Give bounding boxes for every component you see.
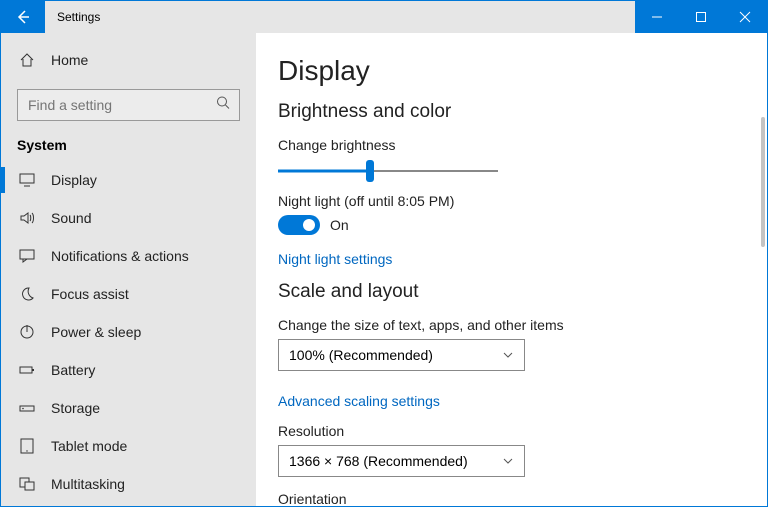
sidebar-item-battery[interactable]: Battery — [1, 351, 256, 389]
minimize-button[interactable] — [635, 1, 679, 33]
sidebar: Home System Display Sound — [1, 33, 256, 506]
monitor-icon — [17, 172, 37, 188]
advanced-scaling-link[interactable]: Advanced scaling settings — [278, 393, 440, 409]
tablet-icon — [17, 438, 37, 454]
slider-fill — [278, 170, 370, 173]
sidebar-item-display[interactable]: Display — [1, 161, 256, 199]
sidebar-item-label: Sound — [51, 210, 91, 226]
maximize-icon — [695, 11, 707, 23]
home-icon — [17, 52, 37, 68]
sidebar-section-title: System — [1, 135, 256, 161]
sidebar-item-label: Multitasking — [51, 476, 125, 492]
speaker-icon — [17, 210, 37, 226]
night-light-settings-link[interactable]: Night light settings — [278, 251, 392, 267]
sidebar-item-focus-assist[interactable]: Focus assist — [1, 275, 256, 313]
sidebar-item-label: Tablet mode — [51, 438, 127, 454]
brightness-label: Change brightness — [278, 137, 741, 153]
sidebar-home[interactable]: Home — [1, 41, 256, 79]
minimize-icon — [651, 11, 663, 23]
battery-icon — [17, 362, 37, 378]
sidebar-home-label: Home — [51, 52, 88, 68]
content-pane: Display Brightness and color Change brig… — [256, 33, 767, 506]
back-button[interactable] — [1, 1, 45, 33]
scrollbar-thumb[interactable] — [761, 117, 765, 247]
sidebar-item-label: Focus assist — [51, 286, 129, 302]
sidebar-item-label: Storage — [51, 400, 100, 416]
sidebar-item-label: Battery — [51, 362, 95, 378]
sidebar-item-power-sleep[interactable]: Power & sleep — [1, 313, 256, 351]
night-light-state: On — [330, 217, 349, 233]
search-input[interactable] — [17, 89, 240, 121]
moon-icon — [17, 286, 37, 302]
section-scale-layout: Scale and layout — [278, 281, 741, 303]
sidebar-item-label: Display — [51, 172, 97, 188]
sidebar-item-multitasking[interactable]: Multitasking — [1, 465, 256, 503]
section-brightness-color: Brightness and color — [278, 101, 741, 123]
close-button[interactable] — [723, 1, 767, 33]
sidebar-item-tablet-mode[interactable]: Tablet mode — [1, 427, 256, 465]
brightness-slider[interactable] — [278, 159, 498, 183]
resolution-value: 1366 × 768 (Recommended) — [289, 453, 468, 469]
multitask-icon — [17, 476, 37, 492]
window-title: Settings — [45, 1, 112, 33]
storage-icon — [17, 400, 37, 416]
close-icon — [739, 11, 751, 23]
slider-thumb[interactable] — [366, 160, 374, 182]
titlebar: Settings — [1, 1, 767, 33]
message-icon — [17, 248, 37, 264]
sidebar-item-sound[interactable]: Sound — [1, 199, 256, 237]
chevron-down-icon — [502, 349, 514, 361]
resolution-label: Resolution — [278, 423, 741, 439]
sidebar-item-label: Notifications & actions — [51, 248, 189, 264]
sidebar-item-notifications[interactable]: Notifications & actions — [1, 237, 256, 275]
scale-select[interactable]: 100% (Recommended) — [278, 339, 525, 371]
page-title: Display — [278, 55, 741, 87]
search-box[interactable] — [17, 89, 240, 121]
chevron-down-icon — [502, 455, 514, 467]
scale-value: 100% (Recommended) — [289, 347, 433, 363]
scale-label: Change the size of text, apps, and other… — [278, 317, 741, 333]
night-light-label: Night light (off until 8:05 PM) — [278, 193, 741, 209]
resolution-select[interactable]: 1366 × 768 (Recommended) — [278, 445, 525, 477]
toggle-knob — [303, 219, 315, 231]
search-icon — [216, 96, 230, 115]
arrow-left-icon — [15, 9, 31, 25]
power-icon — [17, 324, 37, 340]
sidebar-item-storage[interactable]: Storage — [1, 389, 256, 427]
orientation-label: Orientation — [278, 491, 741, 506]
night-light-toggle[interactable] — [278, 215, 320, 235]
maximize-button[interactable] — [679, 1, 723, 33]
titlebar-spacer[interactable] — [112, 1, 635, 33]
sidebar-item-label: Power & sleep — [51, 324, 141, 340]
